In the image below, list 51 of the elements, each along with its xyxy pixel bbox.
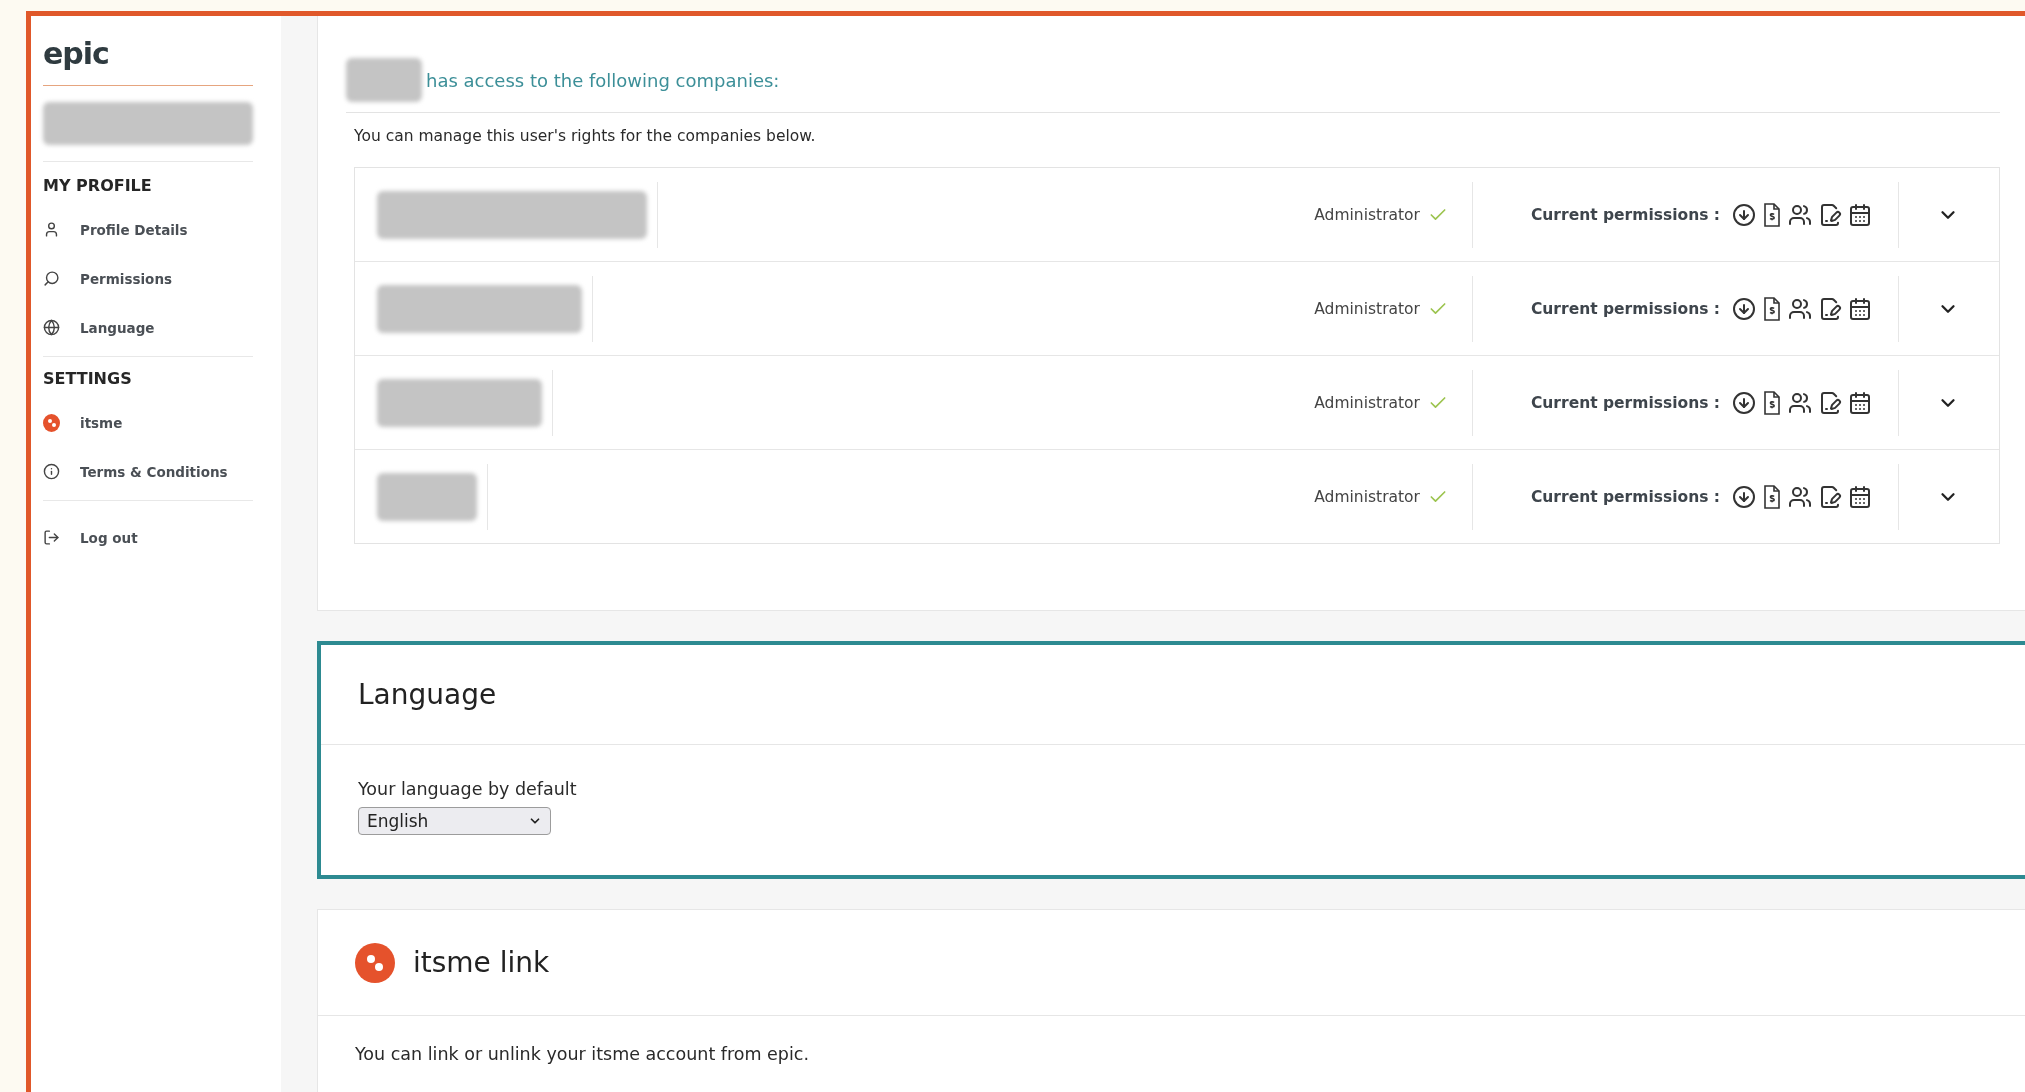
description-text: You can link or unlink your itsme account from epic. xyxy=(355,1044,811,1064)
field-label: Your language by default xyxy=(358,779,578,799)
description-text: You can manage this user's rights for the companies below. xyxy=(354,127,817,145)
permissions-label: Current permissions : xyxy=(1530,299,1720,318)
calendar-icon xyxy=(1848,390,1872,415)
calendar-icon xyxy=(1848,484,1872,509)
logout-icon xyxy=(43,529,60,546)
calendar-icon xyxy=(1848,296,1872,321)
users-icon xyxy=(1788,202,1812,227)
permissions-label: Current permissions : xyxy=(1530,487,1720,506)
language-select[interactable]: English xyxy=(358,807,551,835)
info-icon xyxy=(43,463,60,480)
dollar-document-icon xyxy=(1762,390,1782,415)
permissions-label: Current permissions : xyxy=(1530,393,1720,412)
users-icon xyxy=(1788,390,1812,415)
card-title: Language xyxy=(358,678,497,711)
search-icon xyxy=(43,270,60,287)
download-circle-icon xyxy=(1732,390,1756,415)
edit-document-icon xyxy=(1818,296,1842,321)
globe-icon xyxy=(43,319,60,336)
role-label: Administrator xyxy=(1314,393,1420,412)
section-heading: has access to the following companies: xyxy=(426,69,780,91)
calendar-icon xyxy=(1848,202,1872,227)
sidebar-item[interactable]: Profile Details xyxy=(43,205,188,254)
sidebar-item[interactable]: itsme xyxy=(43,398,123,447)
edit-document-icon xyxy=(1818,484,1842,509)
dollar-document-icon xyxy=(1762,202,1782,227)
sidebar-item[interactable]: Language xyxy=(43,303,155,352)
sidebar-item[interactable]: Permissions xyxy=(43,254,173,303)
role-label: Administrator xyxy=(1314,487,1420,506)
itsme-logo-icon xyxy=(355,942,395,983)
download-circle-icon xyxy=(1732,484,1756,509)
itsme-logo-icon xyxy=(43,414,60,431)
users-icon xyxy=(1788,484,1812,509)
section-title: MY PROFILE xyxy=(43,176,153,195)
role-label: Administrator xyxy=(1314,205,1420,224)
edit-document-icon xyxy=(1818,390,1842,415)
role-label: Administrator xyxy=(1314,299,1420,318)
sidebar-item[interactable]: Terms & Conditions xyxy=(43,447,228,496)
section-title: SETTINGS xyxy=(43,369,133,388)
epic-logo[interactable]: epic xyxy=(43,36,109,71)
dollar-document-icon xyxy=(1762,296,1782,321)
download-circle-icon xyxy=(1732,202,1756,227)
edit-document-icon xyxy=(1818,202,1842,227)
permissions-label: Current permissions : xyxy=(1530,205,1720,224)
logout-link[interactable]: Log out xyxy=(43,513,138,562)
card-title: itsme link xyxy=(413,946,550,979)
users-icon xyxy=(1788,296,1812,321)
user-icon xyxy=(43,221,60,238)
download-circle-icon xyxy=(1732,296,1756,321)
dollar-document-icon xyxy=(1762,484,1782,509)
